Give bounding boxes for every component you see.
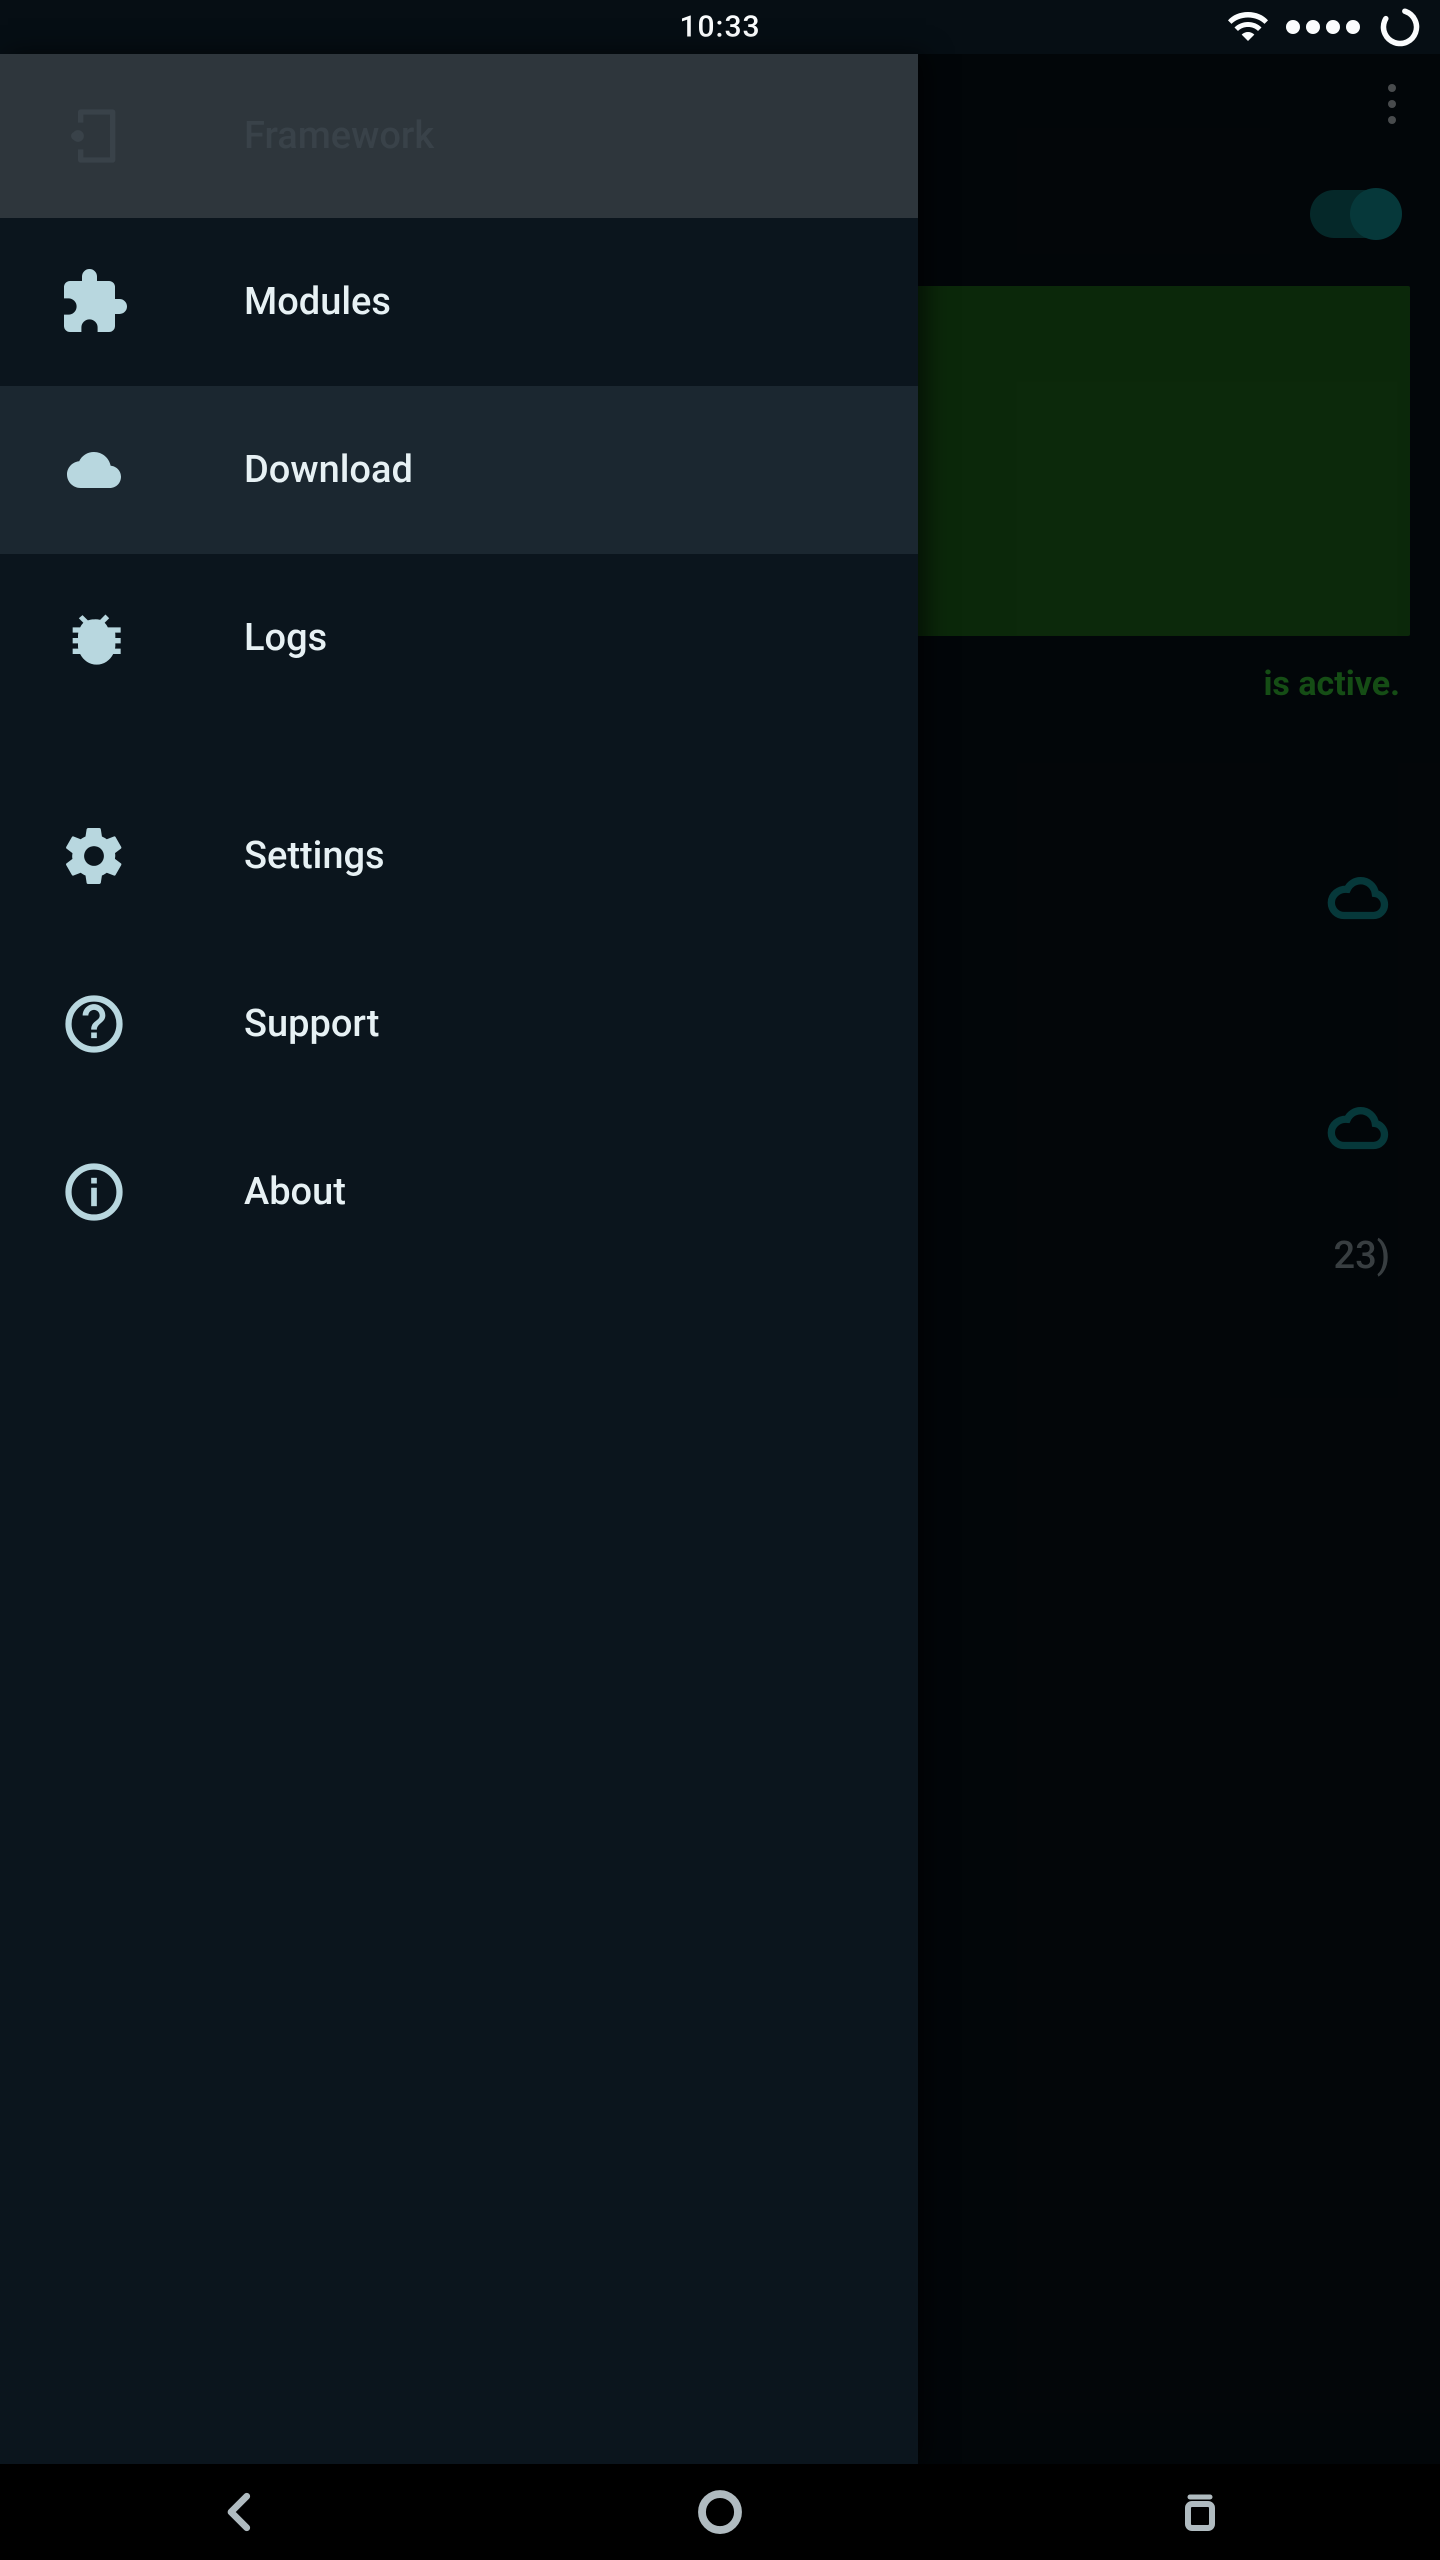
drawer-item-label: Download	[244, 448, 413, 492]
home-button[interactable]	[680, 2482, 760, 2542]
drawer-item-framework[interactable]: Framework	[0, 54, 918, 218]
drawer-item-label: Framework	[244, 114, 434, 158]
bug-icon	[54, 598, 134, 678]
drawer-item-label: Support	[244, 1002, 379, 1046]
status-bar-clock: 10:33	[679, 10, 760, 45]
drawer-item-download[interactable]: Download	[0, 386, 918, 554]
gear-icon	[54, 816, 134, 896]
framework-icon	[54, 96, 134, 176]
cloud-icon	[54, 430, 134, 510]
signal-dots-icon	[1286, 20, 1360, 34]
drawer-item-modules[interactable]: Modules	[0, 218, 918, 386]
drawer-item-label: Settings	[244, 834, 385, 878]
info-icon	[54, 1152, 134, 1232]
help-icon	[54, 984, 134, 1064]
drawer-item-label: Modules	[244, 280, 391, 324]
back-button[interactable]	[200, 2482, 280, 2542]
drawer-item-label: About	[244, 1170, 346, 1214]
drawer-item-about[interactable]: About	[0, 1108, 918, 1276]
recents-button[interactable]	[1160, 2482, 1240, 2542]
drawer-item-label: Logs	[244, 616, 327, 660]
system-navigation-bar	[0, 2464, 1440, 2560]
loading-spinner-icon	[1378, 5, 1422, 49]
navigation-drawer: Framework Modules Download Logs Settings…	[0, 54, 918, 2464]
drawer-divider	[0, 722, 918, 772]
drawer-item-settings[interactable]: Settings	[0, 772, 918, 940]
wifi-icon	[1228, 7, 1268, 47]
status-bar: 10:33	[0, 0, 1440, 54]
drawer-item-support[interactable]: Support	[0, 940, 918, 1108]
status-bar-right-cluster	[1228, 5, 1422, 49]
drawer-item-logs[interactable]: Logs	[0, 554, 918, 722]
puzzle-icon	[54, 262, 134, 342]
